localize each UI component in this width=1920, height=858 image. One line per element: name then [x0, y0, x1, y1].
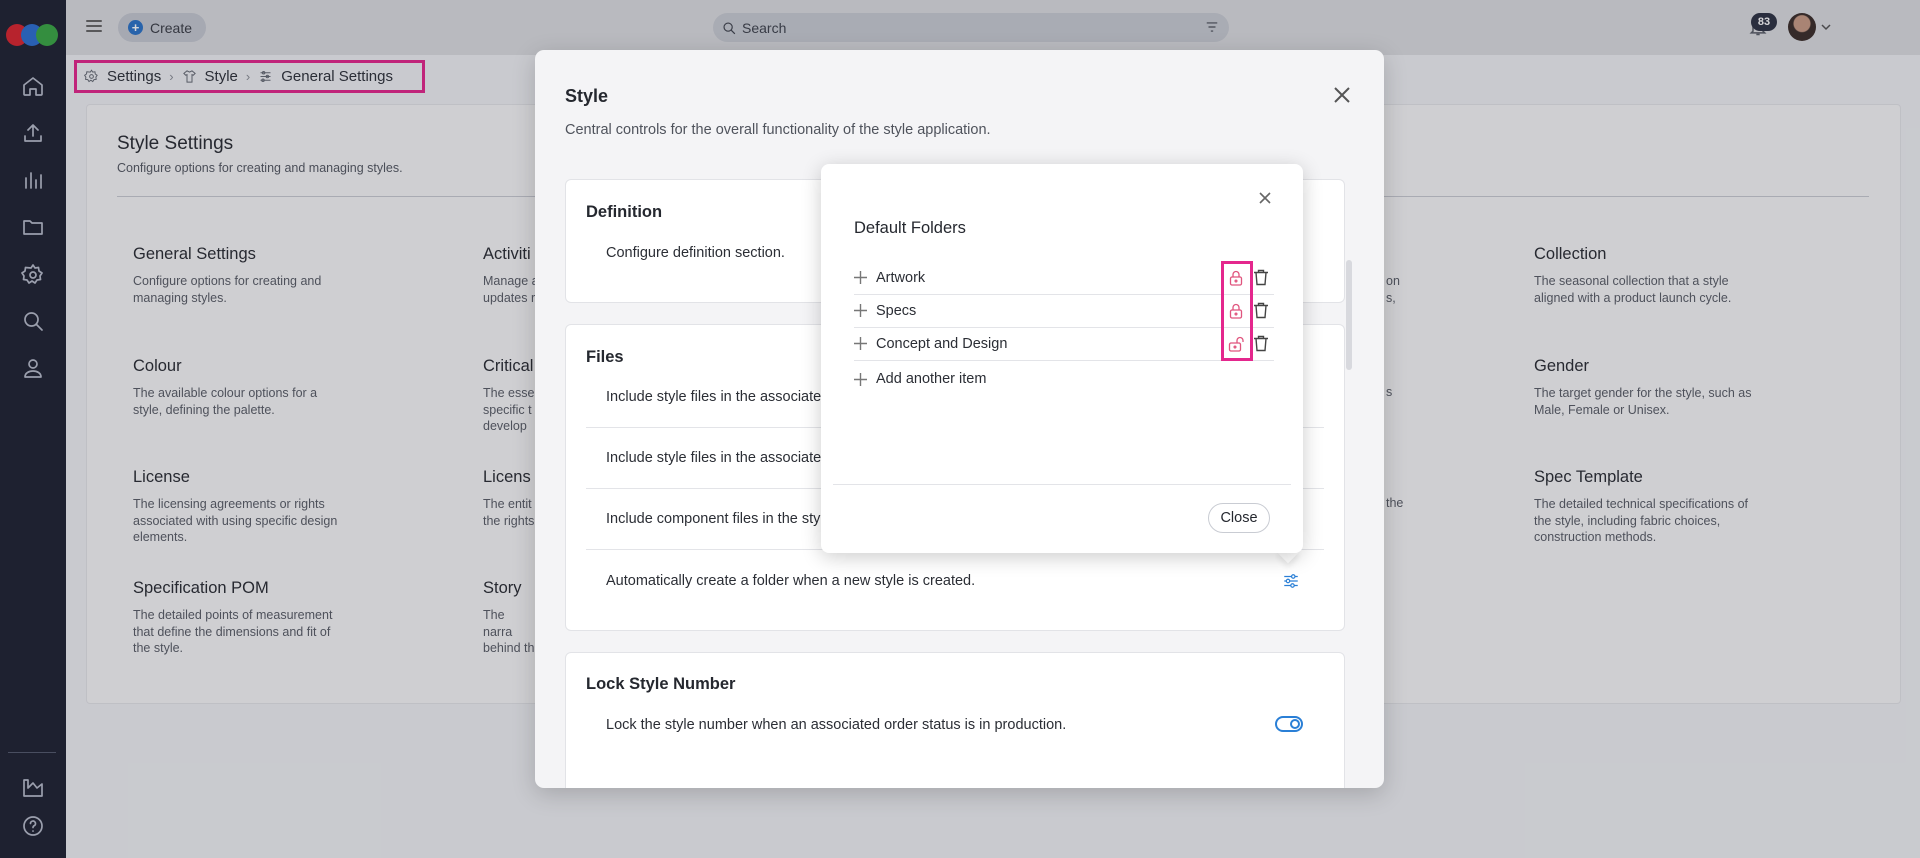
add-another-item-button[interactable]: Add another item: [854, 369, 986, 389]
folder-row[interactable]: Specs: [854, 295, 1274, 328]
scrollbar[interactable]: [1346, 260, 1352, 370]
configure-sliders-icon[interactable]: [1282, 572, 1300, 590]
folder-row[interactable]: Artwork: [854, 262, 1274, 295]
divider: [854, 360, 1274, 361]
section-title: Lock Style Number: [586, 675, 736, 693]
folder-row[interactable]: Concept and Design: [854, 328, 1274, 361]
trash-icon[interactable]: [1253, 302, 1269, 319]
lock-style-toggle[interactable]: [1275, 716, 1303, 732]
trash-icon[interactable]: [1253, 335, 1269, 352]
plus-icon[interactable]: [854, 337, 867, 350]
folder-name: Specs: [876, 303, 917, 319]
lock-style-row: Lock the style number when an associated…: [606, 717, 1067, 733]
definition-row: Configure definition section.: [606, 245, 785, 261]
lock-icons-highlight: [1221, 261, 1253, 361]
files-row: Include style files in the associate: [606, 450, 822, 466]
close-icon[interactable]: [1332, 85, 1352, 105]
files-row: Automatically create a folder when a new…: [606, 573, 976, 589]
files-row: Include component files in the sty: [606, 511, 821, 527]
plus-icon: [854, 372, 867, 386]
trash-icon[interactable]: [1253, 269, 1269, 286]
modal-title: Style: [565, 86, 609, 106]
folder-name: Artwork: [876, 270, 926, 286]
lock-style-number-section: Lock Style Number Lock the style number …: [565, 652, 1345, 788]
files-row: Include style files in the associate: [606, 389, 822, 405]
popover-title: Default Folders: [854, 219, 966, 237]
close-icon[interactable]: [1257, 190, 1273, 206]
folder-name: Concept and Design: [876, 336, 1008, 352]
section-title: Files: [586, 348, 624, 366]
close-button[interactable]: Close: [1208, 503, 1270, 533]
modal-description: Central controls for the overall functio…: [565, 122, 991, 138]
section-title: Definition: [586, 203, 663, 221]
divider: [833, 484, 1291, 485]
add-item-label: Add another item: [876, 371, 987, 387]
plus-icon[interactable]: [854, 304, 867, 317]
plus-icon[interactable]: [854, 271, 867, 284]
